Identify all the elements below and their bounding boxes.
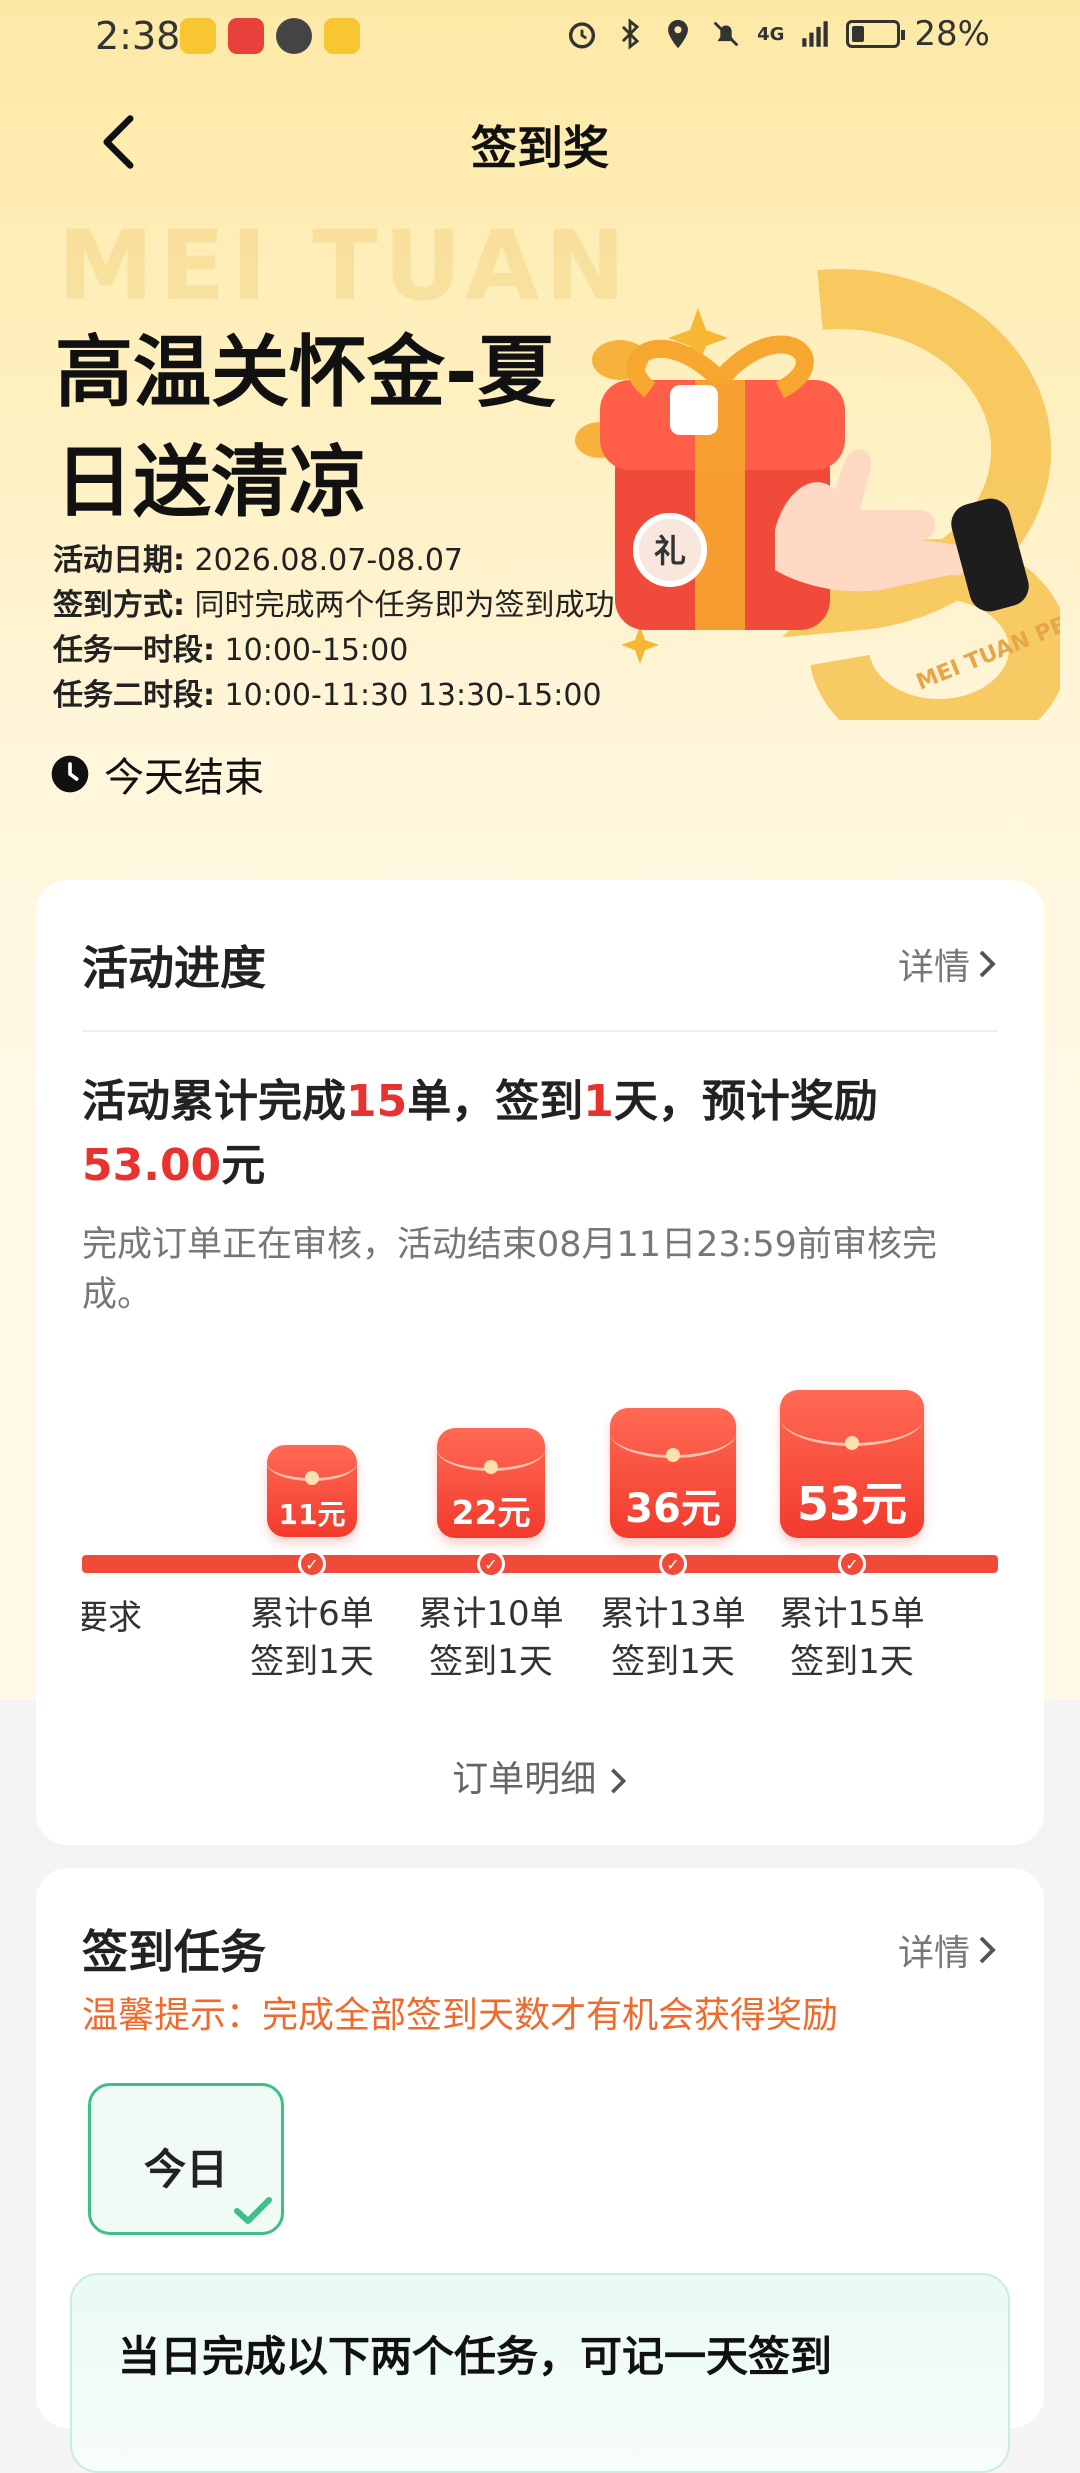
task-requirement-title: 当日完成以下两个任务，可记一天签到: [118, 2332, 833, 2381]
progress-summary: 活动累计完成15单，签到1天，预计奖励 53.00元: [82, 1076, 878, 1191]
progress-node-check-icon: ✓: [838, 1550, 866, 1578]
info-task1-period: 任务一时段: 10:00-15:00: [53, 633, 409, 668]
warm-tip: 温馨提示：完成全部签到天数才有机会获得奖励: [82, 1995, 839, 2036]
info-task2-period: 任务二时段: 10:00-11:30 13:30-15:00: [53, 678, 602, 713]
network-type: 4G: [757, 23, 785, 45]
order-detail-link[interactable]: 订单明细: [36, 1750, 1044, 1802]
step-label-13: 累计13单 签到1天: [600, 1594, 746, 1682]
completed-orders: 15: [346, 1076, 408, 1127]
end-time-label: 今天结束: [104, 755, 264, 801]
bluetooth-icon: [622, 18, 640, 50]
activity-progress-card: 活动进度 详情 活动累计完成15单，签到1天，预计奖励 53.00元 完成订单正…: [36, 880, 1044, 1845]
status-time: 2:38: [95, 14, 181, 58]
task-requirement-box: 当日完成以下两个任务，可记一天签到: [70, 2273, 1010, 2473]
meituan-app-icon-2: [324, 18, 360, 54]
meituan-app-icon: [180, 18, 216, 54]
signin-days: 1: [583, 1076, 614, 1127]
gift-box-illustration: 礼 MEI TUAN PEI SONG: [575, 269, 1060, 720]
step-label-truncated: 要求: [82, 1598, 142, 1638]
activity-title: 高温关怀金-夏 日送清凉: [55, 318, 615, 538]
review-note: 完成订单正在审核，活动结束08月11日23:59前审核完成。: [82, 1225, 937, 1315]
end-time: 今天结束: [50, 745, 264, 803]
progress-node-check-icon: ✓: [477, 1550, 505, 1578]
battery-percent: 28%: [914, 14, 990, 54]
location-icon: [668, 19, 689, 49]
progress-node-check-icon: ✓: [659, 1550, 687, 1578]
back-arrow-icon[interactable]: [95, 112, 139, 172]
brand-watermark: MEI TUAN: [58, 210, 632, 322]
progress-detail-label: 详情: [897, 947, 970, 988]
progress-detail-link[interactable]: 详情: [898, 938, 998, 990]
signin-task-card: 签到任务 详情 温馨提示：完成全部签到天数才有机会获得奖励 今日 当日完成以下两…: [36, 1868, 1044, 2473]
chevron-right-icon: [979, 1936, 996, 1964]
status-bar: 2:38 4G 28%: [0, 0, 1080, 80]
divider: [82, 1030, 998, 1032]
step-label-6: 累计6单 签到1天: [250, 1594, 374, 1682]
info-method: 签到方式: 同时完成两个任务即为签到成功: [53, 588, 615, 623]
reward-envelope-11: 11元: [267, 1445, 357, 1537]
chevron-right-icon: [610, 1768, 626, 1794]
reward-envelope-22: 22元: [437, 1428, 545, 1538]
day-tab-label: 今日: [143, 2145, 228, 2194]
page-title: 签到奖: [471, 121, 609, 175]
reward-envelope-36: 36元: [610, 1408, 736, 1538]
gift-badge-text: 礼: [654, 532, 686, 570]
reward-envelope-53: 53元: [780, 1390, 924, 1538]
battery-icon: [846, 20, 906, 48]
alarm-icon: [569, 22, 596, 49]
mute-icon: [713, 21, 739, 47]
progress-node-check-icon: ✓: [298, 1550, 326, 1578]
day-tab-today[interactable]: 今日: [88, 2083, 284, 2235]
notification-icons: [180, 18, 360, 54]
huawei-app-icon: [228, 18, 264, 54]
signal-icon: [802, 21, 829, 47]
chevron-right-icon: [979, 950, 996, 978]
estimated-reward: 53.00: [82, 1140, 222, 1191]
message-icon: [276, 18, 312, 54]
check-icon: [234, 2197, 272, 2224]
activity-title-line1: 高温关怀金-夏: [55, 328, 556, 418]
progress-title: 活动进度: [82, 941, 266, 995]
signin-detail-link[interactable]: 详情: [898, 1924, 998, 1976]
step-label-15: 累计15单 签到1天: [779, 1594, 925, 1682]
info-date: 活动日期: 2026.08.07-08.07: [53, 543, 464, 578]
activity-info: 活动日期: 2026.08.07-08.07 签到方式: 同时完成两个任务即为签…: [53, 538, 615, 718]
signin-detail-label: 详情: [897, 1933, 970, 1974]
activity-title-line2: 日送清凉: [55, 438, 368, 528]
signin-task-title: 签到任务: [82, 1925, 266, 1979]
clock-icon: [51, 755, 89, 793]
step-label-10: 累计10单 签到1天: [418, 1594, 564, 1682]
status-right: 4G 28%: [565, 14, 990, 54]
